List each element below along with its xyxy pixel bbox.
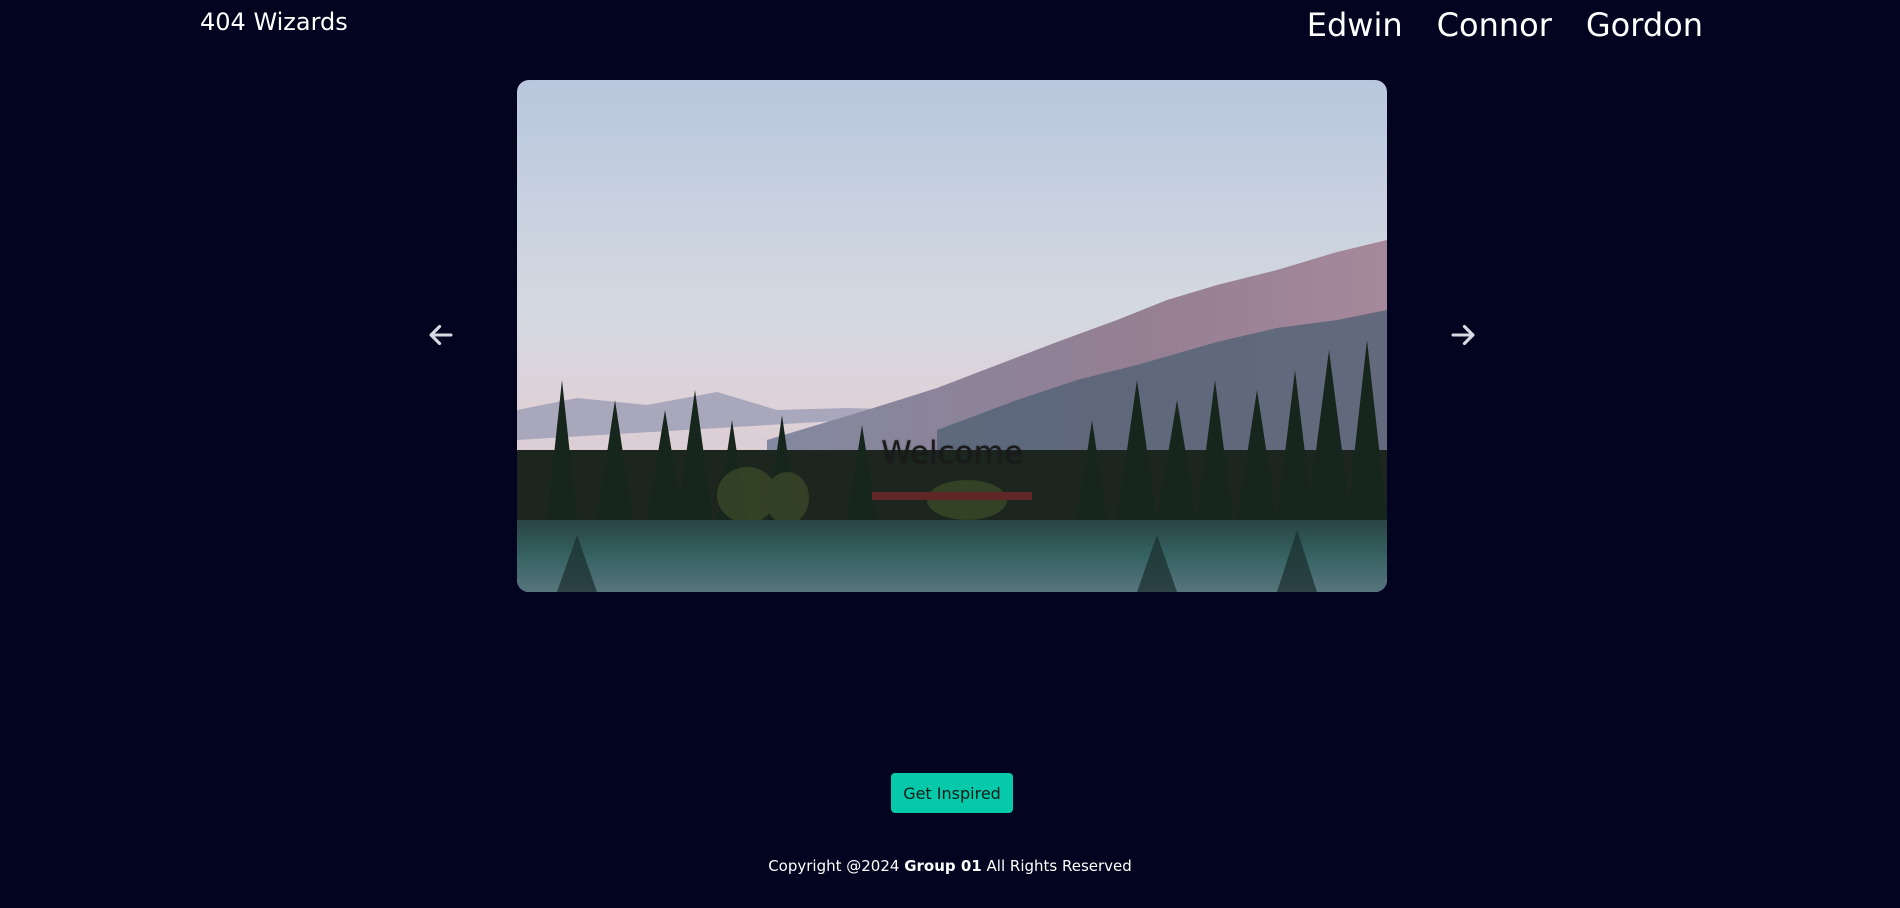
carousel-caption: Welcome: [881, 435, 1023, 471]
footer-copyright-prefix: Copyright @2024: [768, 857, 900, 875]
arrow-left-icon: [424, 324, 458, 356]
carousel-next-button[interactable]: [1446, 318, 1480, 352]
brand-logo-link[interactable]: 404 Wizards: [200, 8, 348, 36]
footer-copyright: Copyright @2024 Group 01 All Rights Rese…: [0, 857, 1900, 875]
arrow-right-icon: [1446, 324, 1480, 356]
carousel-prev-button[interactable]: [424, 318, 458, 352]
footer-group-name: Group 01: [904, 857, 982, 875]
main-nav: Edwin Connor Gordon: [1307, 6, 1703, 44]
get-inspired-button[interactable]: Get Inspired: [891, 773, 1013, 813]
carousel-slide-image: [517, 80, 1387, 592]
hero-carousel: Welcome: [517, 80, 1387, 592]
nav-link-connor[interactable]: Connor: [1437, 6, 1552, 44]
page: 404 Wizards Edwin Connor Gordon Welcome …: [0, 0, 1900, 908]
nav-link-edwin[interactable]: Edwin: [1307, 6, 1403, 44]
nav-link-gordon[interactable]: Gordon: [1586, 6, 1703, 44]
footer-rights: All Rights Reserved: [986, 857, 1132, 875]
